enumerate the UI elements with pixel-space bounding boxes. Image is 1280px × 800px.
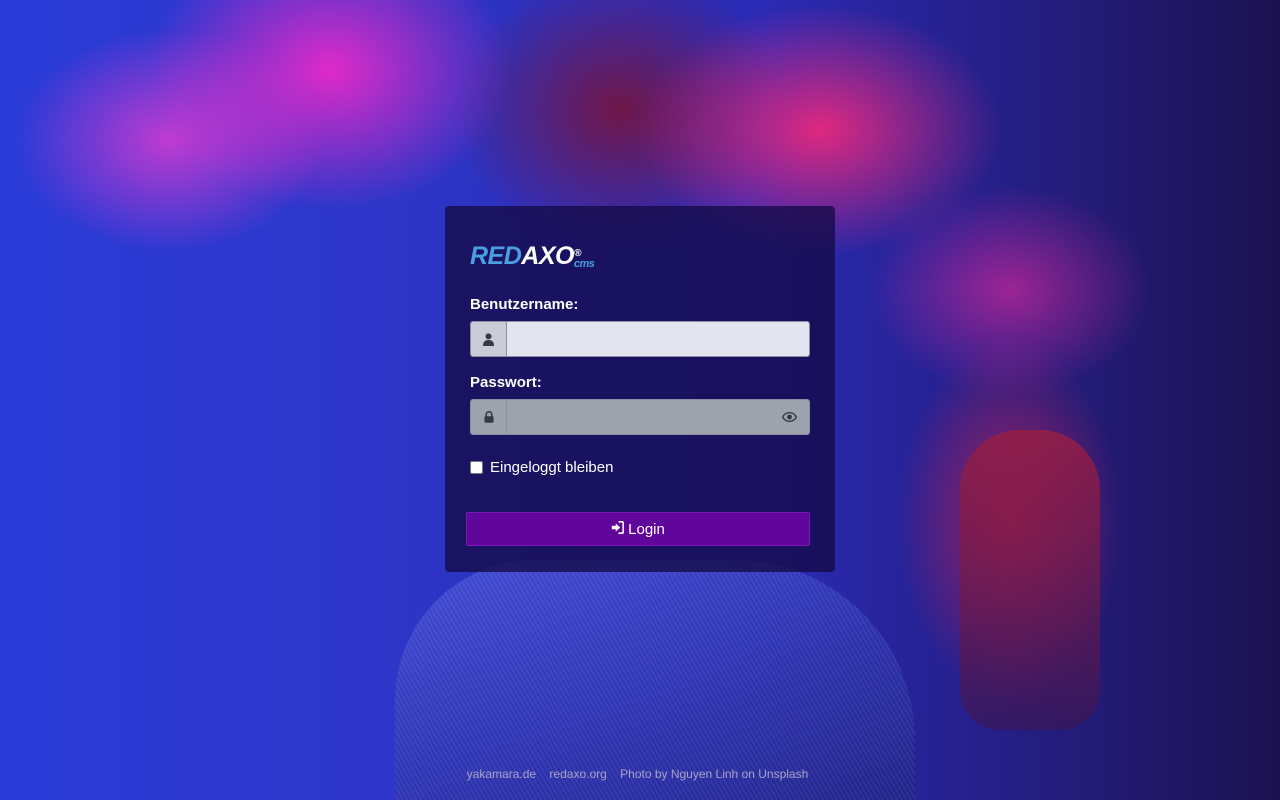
footer-link-redaxo[interactable]: redaxo.org (549, 767, 606, 781)
remember-checkbox[interactable] (470, 461, 483, 474)
logo-red-text: RED (470, 242, 522, 270)
lock-icon (471, 400, 507, 434)
password-input[interactable] (507, 400, 809, 434)
sign-in-icon (611, 520, 628, 538)
password-label: Passwort: (470, 374, 542, 391)
username-input-group (470, 321, 810, 357)
login-panel: REDAXO®cms Benutzername: Passwort: Einge… (445, 206, 835, 572)
footer-link-yakamara[interactable]: yakamara.de (467, 767, 536, 781)
footer-link-photo-credit[interactable]: Photo by Nguyen Linh on Unsplash (620, 767, 808, 781)
remember-label: Eingeloggt bleiben (490, 459, 614, 476)
footer: yakamara.de redaxo.org Photo by Nguyen L… (0, 767, 1275, 781)
username-label: Benutzername: (470, 296, 579, 313)
background-photo-jacket (395, 560, 915, 800)
login-button[interactable]: Login (466, 512, 810, 546)
remember-me[interactable]: Eingeloggt bleiben (470, 459, 613, 476)
username-input[interactable] (507, 322, 809, 356)
eye-icon[interactable] (779, 400, 799, 434)
user-icon (471, 322, 507, 356)
logo-cms-text: cms (573, 258, 595, 270)
logo-axo-text: AXO (521, 242, 574, 270)
redaxo-logo: REDAXO®cms (470, 242, 601, 270)
background-photo-hand (960, 430, 1100, 730)
login-button-label: Login (628, 520, 665, 538)
password-input-group (470, 399, 810, 435)
